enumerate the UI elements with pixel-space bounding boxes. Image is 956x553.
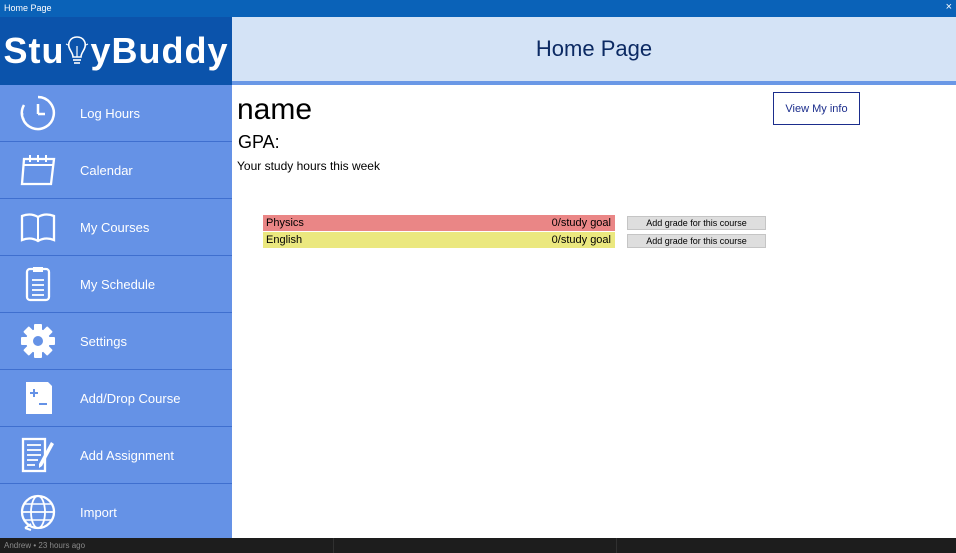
logo-text-suffix: yBuddy [90, 30, 229, 71]
sidebar-item-calendar[interactable]: Calendar [0, 142, 232, 199]
logo-text-prefix: Stu [3, 30, 65, 71]
gear-icon [16, 319, 60, 363]
sidebar-item-label: Import [80, 504, 117, 520]
course-name: Physics [266, 217, 304, 229]
course-row-english: English 0/study goal [263, 232, 615, 248]
sidebar-item-label: Add Assignment [80, 447, 174, 463]
lightbulb-icon [66, 36, 89, 64]
sidebar-item-label: My Schedule [80, 276, 156, 292]
sidebar-item-log-hours[interactable]: Log Hours [0, 85, 232, 142]
window-titlebar: Home Page × [0, 0, 956, 17]
calendar-icon [16, 148, 60, 192]
gpa-label: GPA: [238, 132, 280, 152]
plus-minus-icon [16, 376, 60, 420]
sidebar-item-add-drop-course[interactable]: Add/Drop Course [0, 370, 232, 427]
page-header: Home Page [232, 17, 956, 85]
sidebar: Log Hours Calendar My Courses My Schedul… [0, 85, 232, 538]
window-title: Home Page [4, 3, 52, 13]
sidebar-item-label: My Courses [80, 219, 150, 235]
globe-icon [16, 490, 60, 534]
app-logo: Stu yBuddy [0, 17, 232, 85]
main-content: name GPA: Your study hours this week Vie… [232, 89, 956, 538]
taskbar: Andrew • 23 hours ago [0, 538, 956, 553]
add-grade-button-physics[interactable]: Add grade for this course [627, 216, 766, 230]
course-study-goal: 0/study goal [551, 234, 611, 246]
sidebar-item-import[interactable]: Import [0, 484, 232, 538]
study-hours-label: Your study hours this week [237, 159, 380, 173]
clipboard-icon [16, 262, 60, 306]
sidebar-item-label: Settings [80, 333, 127, 349]
course-study-goal: 0/study goal [551, 217, 611, 229]
sidebar-item-label: Log Hours [80, 105, 140, 121]
sidebar-item-settings[interactable]: Settings [0, 313, 232, 370]
taskbar-divider [333, 538, 334, 553]
course-row-physics: Physics 0/study goal [263, 215, 615, 231]
page-title: Home Page [535, 36, 653, 61]
taskbar-status: Andrew • 23 hours ago [4, 541, 86, 550]
view-my-info-button[interactable]: View My info [773, 92, 860, 125]
student-name: name [237, 93, 313, 126]
sidebar-item-my-courses[interactable]: My Courses [0, 199, 232, 256]
document-pen-icon [16, 433, 60, 477]
course-name: English [266, 234, 303, 246]
book-icon [16, 205, 60, 249]
taskbar-divider [616, 538, 617, 553]
clock-icon [16, 91, 60, 135]
add-grade-button-english[interactable]: Add grade for this course [627, 234, 766, 248]
sidebar-item-label: Calendar [80, 162, 133, 178]
sidebar-item-add-assignment[interactable]: Add Assignment [0, 427, 232, 484]
sidebar-item-label: Add/Drop Course [80, 390, 181, 406]
sidebar-item-my-schedule[interactable]: My Schedule [0, 256, 232, 313]
close-icon[interactable]: × [946, 1, 952, 13]
